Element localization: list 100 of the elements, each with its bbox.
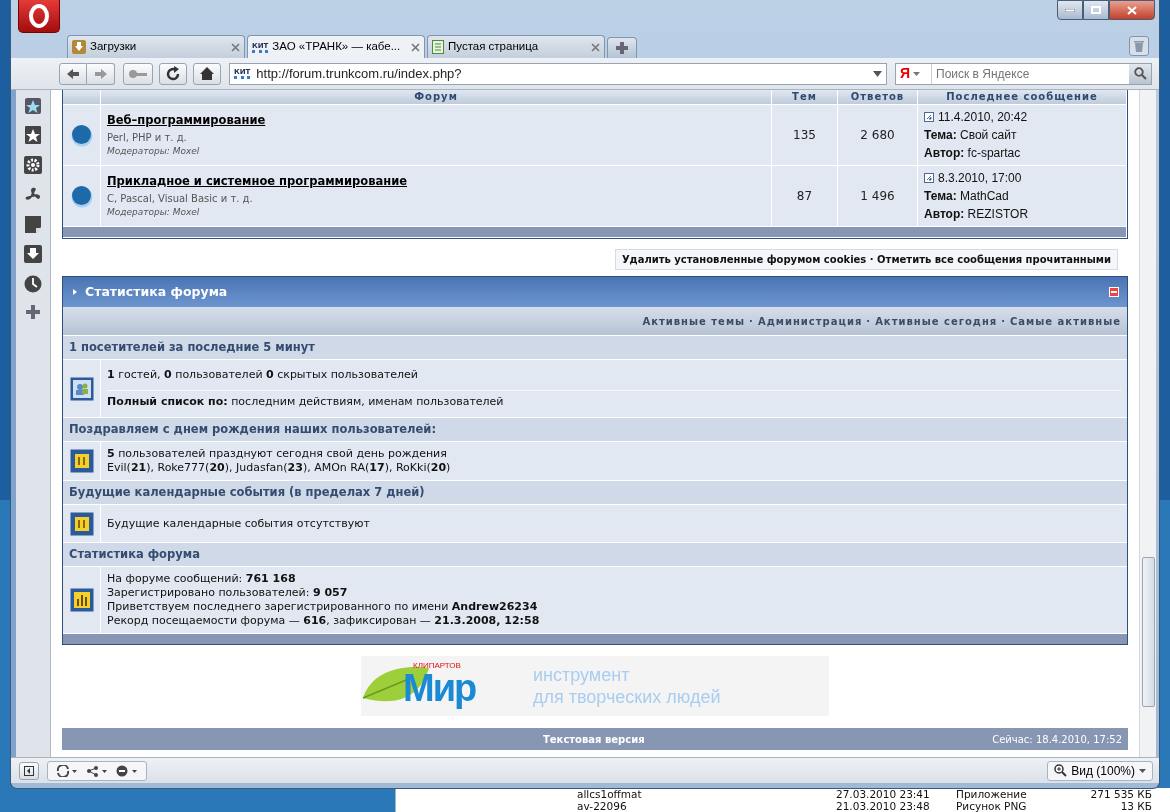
minimize-button[interactable] (1057, 0, 1083, 20)
download-icon (24, 245, 42, 263)
reload-button[interactable] (159, 62, 187, 85)
forum-action-link[interactable]: Удалить установленные форумом cookies (621, 254, 867, 265)
gear-icon (24, 156, 42, 174)
moderator-link[interactable]: Moxel (172, 145, 200, 156)
topic-link[interactable]: MathCad (960, 189, 1009, 203)
column-header: Последнее сообщение (918, 90, 1127, 105)
back-button[interactable] (59, 62, 87, 85)
stats-link[interactable]: Активные сегодня (875, 313, 998, 329)
section-heading: Поздравляем с днем рождения наших пользователей: (63, 417, 1127, 441)
current-time: Сейчас: 18.4.2010, 17:52 (992, 732, 1122, 747)
close-button[interactable] (1109, 0, 1155, 20)
scrollbar-thumb[interactable] (1141, 557, 1155, 707)
file-type: Рисунок PNG (956, 799, 1028, 812)
forum-title-link[interactable]: Веб–программирование (107, 112, 266, 130)
topic-label: Тема: (924, 128, 957, 142)
dropdown-caret-icon (873, 70, 882, 77)
new-tab-button[interactable] (607, 37, 637, 58)
file-type: Приложение (956, 786, 1028, 802)
column-header: Тем (772, 90, 838, 105)
caret-icon (913, 71, 921, 76)
close-icon[interactable] (591, 42, 600, 52)
triangle-icon (73, 289, 77, 295)
key-button[interactable] (123, 62, 153, 85)
forum-title-link[interactable]: Прикладное и системное программирование (107, 173, 408, 191)
panel-title: Статистика форума (85, 282, 228, 301)
plus-icon (26, 305, 40, 319)
forum-description: Perl, PHP и т. д. (107, 130, 188, 145)
search-icon (1133, 67, 1147, 80)
maximize-button[interactable] (1083, 0, 1109, 20)
author-link[interactable]: REZISTOR (967, 207, 1029, 221)
clock-icon (24, 275, 42, 293)
stats-link[interactable]: Администрация (757, 313, 863, 329)
tagline-text: инструмент (533, 664, 631, 686)
home-icon (199, 66, 215, 81)
close-icon (1127, 5, 1137, 15)
section-heading: Будущие календарные события (в пределах 7 дней) (63, 480, 1127, 504)
user-link[interactable]: AMOn RA (314, 461, 366, 474)
topic-link[interactable]: Свой сайт (960, 128, 1017, 142)
home-button[interactable] (193, 62, 221, 85)
key-icon (128, 68, 148, 79)
list-link[interactable]: именам пользователей (368, 395, 504, 408)
stats-line: На форуме сообщений: 761 168 (107, 572, 297, 586)
user-link[interactable]: RoKki (395, 461, 427, 474)
page-icon (432, 40, 444, 54)
replies-count: 2 680 (838, 105, 918, 166)
last-post-date: 8.3.2010, 17:00 (938, 170, 1022, 187)
search-button[interactable] (1129, 63, 1151, 84)
separator-dot: · (869, 254, 874, 265)
birthday-summary: 5 пользователей празднуют сегодня свой день рождения (107, 447, 448, 461)
events-text: Будущие календарные события отсутствуют (107, 516, 371, 531)
tagline-text: для творческих людей (533, 686, 721, 708)
user-link[interactable]: Evil (107, 461, 127, 474)
moderator-link[interactable]: Moxel (172, 206, 200, 217)
post-icon (924, 173, 934, 183)
opera-menu-button[interactable] (18, 0, 60, 33)
banner-ad[interactable]: Мир КЛИПАРТОВ инструмент для творческих людей (361, 656, 829, 716)
user-link[interactable]: Roke777 (157, 461, 206, 474)
stats-link[interactable]: Самые активные (1010, 313, 1121, 329)
calendar-icon (69, 511, 94, 536)
forum-action-link[interactable]: Отметить все сообщения прочитанными (877, 254, 1111, 265)
close-icon[interactable] (231, 42, 240, 52)
stats-line: Рекорд посещаемости форума — 616, зафиксирован — 21.3.2008, 12:58 (107, 614, 541, 628)
maximize-icon (1091, 6, 1101, 14)
moderators-label: Модераторы: (107, 145, 170, 156)
sync-icon[interactable] (56, 764, 78, 777)
forum-status-icon (69, 184, 94, 208)
author-label: Автор: (924, 207, 965, 221)
topics-count: 135 (772, 105, 838, 166)
online-list-text: Полный список по: последним действиям, именам пользователей (107, 395, 505, 409)
moderators-label: Модераторы: (107, 206, 170, 217)
user-link[interactable]: Judasfan (236, 461, 284, 474)
stats-line: Приветствуем последнего зарегистрированного по имени Andrew26234 (107, 600, 539, 614)
forum-status-icon (69, 123, 94, 147)
panel-toggle-button[interactable] (19, 761, 39, 780)
o-logo-icon (28, 4, 50, 28)
column-header: Ответов (838, 90, 918, 105)
minimize-icon (1065, 8, 1075, 12)
browser-tab[interactable]: Пустая страница (427, 35, 605, 58)
search-field[interactable]: Я Поиск в Яндексе (895, 62, 1152, 85)
zoom-button[interactable]: Вид (100%) (1047, 760, 1153, 781)
bar-chart-icon (69, 588, 94, 612)
note-icon (25, 216, 41, 233)
close-icon[interactable] (411, 42, 420, 52)
topics-count: 87 (772, 166, 838, 227)
column-header: Форум (101, 90, 772, 105)
bookmarks-icon (25, 98, 41, 114)
url-text: http://forum.trunkcom.ru/index.php? (256, 64, 463, 83)
browser-tab[interactable]: Загрузки (67, 35, 245, 58)
online-summary: 1 гостей, 0 пользователей 0 скрытых пользователей (107, 368, 420, 382)
post-icon (924, 112, 934, 122)
author-link[interactable]: fc-spartac (967, 146, 1021, 160)
panel-icon (24, 765, 34, 776)
users-icon (69, 376, 94, 401)
stats-link[interactable]: Активные темы (642, 313, 746, 329)
reload-icon (165, 65, 181, 82)
user-link[interactable]: Andrew26234 (451, 600, 538, 613)
collapse-icon (1109, 287, 1119, 297)
separator-dot: · (866, 314, 872, 329)
